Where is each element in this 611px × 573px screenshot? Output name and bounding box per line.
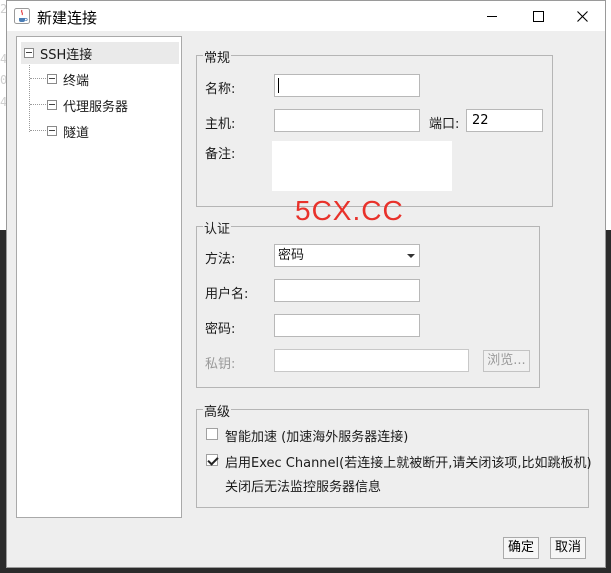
port-label: 端口: bbox=[429, 117, 460, 132]
close-icon bbox=[576, 10, 588, 22]
smart-accel-label[interactable]: 智能加速 (加速海外服务器连接) bbox=[225, 426, 408, 445]
dropdown-arrow-icon bbox=[407, 254, 415, 258]
tree-connector bbox=[30, 130, 46, 131]
general-group-title: 常规 bbox=[203, 47, 232, 66]
tree-item-terminal[interactable]: 终端 bbox=[47, 68, 89, 90]
smart-accel-checkbox[interactable] bbox=[206, 428, 218, 440]
collapse-icon bbox=[47, 74, 57, 84]
browse-button[interactable]: 浏览... bbox=[483, 350, 530, 372]
username-field[interactable] bbox=[274, 279, 420, 302]
exec-channel-label[interactable]: 启用Exec Channel(若连接上就被断开,请关闭该项,比如跳板机) bbox=[225, 452, 592, 471]
maximize-icon bbox=[532, 10, 544, 22]
title-bar[interactable]: 新建连接 bbox=[7, 1, 605, 31]
new-connection-dialog: 新建连接 SSH连接 终端 代理服务器 隧道 常规 名称: 主机: 端口: 22… bbox=[6, 0, 606, 568]
password-label: 密码: bbox=[205, 322, 236, 337]
collapse-icon bbox=[47, 100, 57, 110]
exec-channel-checkbox[interactable] bbox=[206, 454, 218, 466]
auth-group-title: 认证 bbox=[203, 218, 232, 237]
text-cursor bbox=[278, 78, 279, 93]
private-key-field[interactable] bbox=[274, 349, 469, 372]
note-label: 备注: bbox=[205, 147, 236, 162]
exec-channel-note: 关闭后无法监控服务器信息 bbox=[225, 480, 382, 495]
minimize-icon bbox=[487, 15, 497, 17]
port-field[interactable]: 22 bbox=[466, 109, 543, 132]
tree-connector bbox=[30, 78, 46, 79]
collapse-icon[interactable] bbox=[24, 48, 34, 58]
watermark-text: 5CX.CC bbox=[295, 195, 404, 226]
window-title: 新建连接 bbox=[37, 9, 98, 27]
tree-connector bbox=[29, 60, 30, 132]
name-field[interactable] bbox=[274, 74, 420, 97]
name-label: 名称: bbox=[205, 82, 236, 97]
cancel-button[interactable]: 取消 bbox=[550, 537, 586, 559]
tree-item-tunnel[interactable]: 隧道 bbox=[47, 120, 89, 142]
method-label: 方法: bbox=[205, 252, 236, 267]
host-field[interactable] bbox=[274, 109, 420, 132]
password-field[interactable] bbox=[274, 314, 420, 337]
host-label: 主机: bbox=[205, 117, 236, 132]
java-app-icon bbox=[14, 8, 30, 24]
maximize-button[interactable] bbox=[515, 1, 561, 31]
tree-item-label: 代理服务器 bbox=[63, 99, 129, 115]
tree-item-label: SSH连接 bbox=[40, 47, 93, 63]
tree-item-label: 隧道 bbox=[63, 125, 90, 141]
tree-item-label: 终端 bbox=[63, 73, 90, 89]
tree-connector bbox=[30, 104, 46, 105]
collapse-icon bbox=[47, 126, 57, 136]
advanced-group-title: 高级 bbox=[203, 401, 232, 420]
settings-tree: SSH连接 终端 代理服务器 隧道 bbox=[16, 36, 182, 518]
minimize-button[interactable] bbox=[469, 1, 515, 31]
close-button[interactable] bbox=[559, 1, 605, 31]
username-label: 用户名: bbox=[205, 287, 249, 302]
auth-method-select[interactable]: 密码 bbox=[274, 244, 420, 267]
tree-item-ssh-connection[interactable]: SSH连接 bbox=[21, 42, 179, 64]
ok-button[interactable]: 确定 bbox=[503, 537, 539, 559]
private-key-label: 私钥: bbox=[205, 357, 236, 372]
tree-item-proxy-server[interactable]: 代理服务器 bbox=[47, 94, 128, 116]
note-textarea[interactable] bbox=[272, 141, 452, 191]
